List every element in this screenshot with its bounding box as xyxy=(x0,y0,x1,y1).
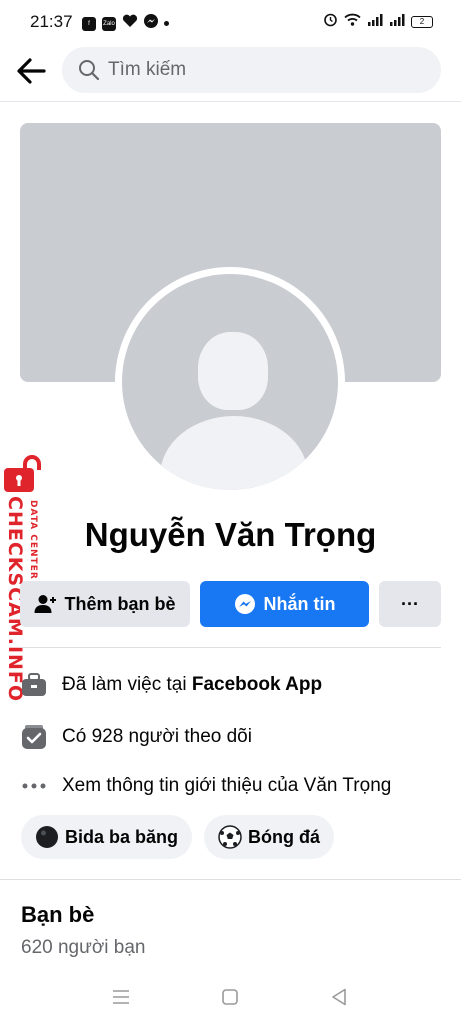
search-icon xyxy=(79,60,100,81)
info-about[interactable]: Xem thông tin giới thiệu của Văn Trọng xyxy=(20,771,441,801)
billiard-ball-icon xyxy=(35,825,59,849)
messenger-icon xyxy=(144,14,158,33)
notification-icons: f Zalo xyxy=(82,14,169,33)
more-notifications-dot xyxy=(164,21,169,26)
work-place[interactable]: Facebook App xyxy=(192,674,322,695)
signal-icon-2 xyxy=(389,13,405,31)
battery-icon: 2 xyxy=(411,16,433,28)
hobby-label: Bida ba băng xyxy=(65,826,179,847)
system-navigation-bar xyxy=(0,972,461,1024)
system-back-button[interactable] xyxy=(324,984,354,1010)
top-header xyxy=(0,44,461,102)
back-arrow-icon xyxy=(17,58,46,84)
info-work: Đã làm việc tại Facebook App xyxy=(20,670,441,700)
alarm-icon xyxy=(323,12,338,32)
avatar xyxy=(122,274,338,490)
home-square-icon xyxy=(222,989,238,1005)
avatar-body-silhouette xyxy=(160,416,308,490)
search-input[interactable] xyxy=(108,59,408,81)
watermark: CHECKSCAM.INFO DATA CENTER xyxy=(0,450,52,702)
profile-picture[interactable] xyxy=(115,267,345,497)
back-button[interactable] xyxy=(14,54,48,88)
system-icons: 2 xyxy=(323,12,433,32)
info-followers[interactable]: Có 928 người theo dõi xyxy=(20,722,441,752)
message-button[interactable]: Nhắn tin xyxy=(200,581,369,627)
facebook-icon: f xyxy=(82,16,96,31)
add-friend-icon xyxy=(34,594,57,614)
menu-icon xyxy=(113,990,129,1004)
lock-icon xyxy=(4,455,41,492)
hobby-label: Bóng đá xyxy=(248,826,320,847)
status-time: 21:37 xyxy=(30,12,73,31)
recent-apps-button[interactable] xyxy=(106,984,136,1010)
add-friend-label: Thêm bạn bè xyxy=(64,593,176,614)
signal-icon-1 xyxy=(367,13,383,31)
hobby-chip-soccer[interactable]: Bóng đá xyxy=(204,815,334,859)
followers-text: Có 928 người theo dõi xyxy=(62,726,252,747)
followers-icon xyxy=(20,723,48,751)
more-options-button[interactable]: ··· xyxy=(379,581,441,627)
friends-count: 620 người bạn xyxy=(21,937,146,958)
soccer-ball-icon xyxy=(218,825,242,849)
zalo-icon: Zalo xyxy=(102,16,116,31)
section-divider xyxy=(0,879,461,880)
heart-app-icon xyxy=(122,14,138,33)
add-friend-button[interactable]: Thêm bạn bè xyxy=(20,581,190,627)
about-text: Xem thông tin giới thiệu của Văn Trọng xyxy=(62,775,392,796)
search-bar[interactable] xyxy=(62,47,441,93)
more-icon: ··· xyxy=(401,593,419,614)
briefcase-icon xyxy=(20,671,48,699)
hobby-chip-billiards[interactable]: Bida ba băng xyxy=(21,815,193,859)
home-button[interactable] xyxy=(215,984,245,1010)
divider xyxy=(20,647,441,648)
back-triangle-icon xyxy=(332,988,346,1006)
ellipsis-icon xyxy=(20,772,48,800)
message-label: Nhắn tin xyxy=(263,593,336,614)
wifi-icon xyxy=(344,13,361,31)
profile-name: Nguyễn Văn Trọng xyxy=(84,516,377,553)
messenger-icon xyxy=(234,593,256,615)
friends-section-title[interactable]: Bạn bè xyxy=(21,902,94,928)
avatar-head-silhouette xyxy=(198,332,268,410)
status-bar: 21:37 f Zalo 2 xyxy=(0,0,461,44)
work-prefix: Đã làm việc tại xyxy=(62,674,192,695)
